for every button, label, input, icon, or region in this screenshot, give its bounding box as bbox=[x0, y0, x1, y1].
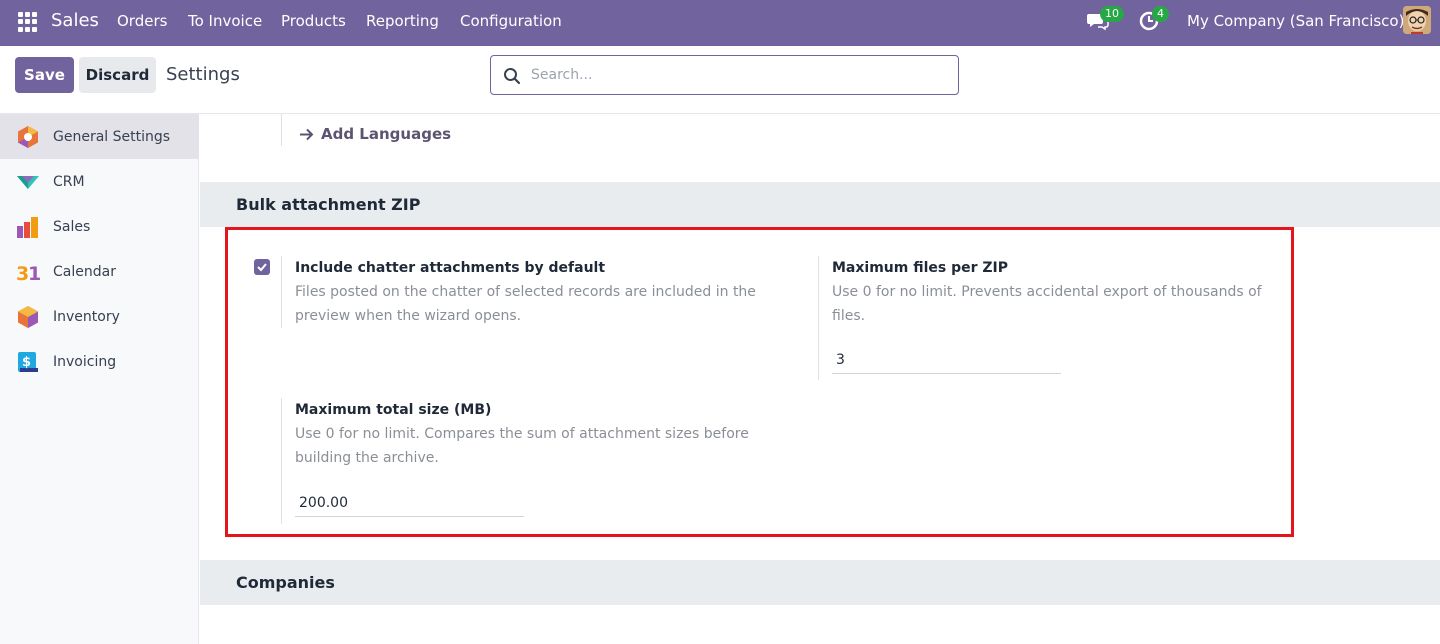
setting-divider bbox=[281, 398, 282, 524]
sidebar-item-label: Invoicing bbox=[53, 353, 117, 370]
sidebar-item-invoicing[interactable]: $ Invoicing bbox=[0, 339, 199, 384]
company-switcher[interactable]: My Company (San Francisco) bbox=[1187, 12, 1404, 30]
settings-sidebar: General Settings CRM Sales 3 1 Calendar … bbox=[0, 114, 199, 644]
sidebar-item-label: Calendar bbox=[53, 263, 116, 280]
crm-icon bbox=[17, 175, 39, 189]
setting-divider bbox=[818, 256, 819, 380]
setting-divider bbox=[281, 114, 282, 146]
menu-configuration[interactable]: Configuration bbox=[460, 12, 562, 30]
menu-reporting[interactable]: Reporting bbox=[366, 12, 439, 30]
search-input[interactable] bbox=[531, 64, 931, 86]
sidebar-item-general-settings[interactable]: General Settings bbox=[0, 114, 199, 159]
menu-products[interactable]: Products bbox=[281, 12, 346, 30]
max-files-description: Use 0 for no limit. Prevents accidental … bbox=[832, 284, 1262, 324]
max-size-title: Maximum total size (MB) bbox=[295, 402, 492, 418]
search-icon bbox=[504, 68, 521, 85]
activity-count-badge: 4 bbox=[1152, 6, 1169, 22]
sidebar-item-label: Sales bbox=[53, 218, 91, 235]
activity-clock-icon[interactable]: 4 bbox=[1139, 6, 1169, 32]
general-settings-icon bbox=[18, 125, 38, 148]
section-header-companies: Companies bbox=[200, 560, 1440, 605]
sidebar-item-sales[interactable]: Sales bbox=[0, 204, 199, 249]
chat-count-badge: 10 bbox=[1100, 6, 1124, 22]
sidebar-item-label: Inventory bbox=[53, 308, 120, 325]
page-title: Settings bbox=[166, 64, 240, 85]
svg-text:1: 1 bbox=[28, 263, 40, 284]
apps-menu-icon[interactable] bbox=[18, 12, 38, 32]
add-languages-link[interactable]: Add Languages bbox=[321, 125, 451, 143]
sidebar-item-calendar[interactable]: 3 1 Calendar bbox=[0, 249, 199, 294]
sidebar-item-crm[interactable]: CRM bbox=[0, 159, 199, 204]
arrow-right-icon bbox=[300, 128, 314, 141]
sidebar-item-inventory[interactable]: Inventory bbox=[0, 294, 199, 339]
max-size-input[interactable] bbox=[295, 489, 524, 517]
sidebar-item-label: CRM bbox=[53, 173, 85, 190]
max-files-title: Maximum files per ZIP bbox=[832, 260, 1009, 276]
checkmark-icon bbox=[257, 263, 267, 272]
section-header-bulk-zip: Bulk attachment ZIP bbox=[200, 182, 1440, 227]
inventory-icon bbox=[18, 305, 38, 328]
sales-icon bbox=[17, 216, 38, 238]
menu-to-invoice[interactable]: To Invoice bbox=[188, 12, 262, 30]
include-chatter-checkbox[interactable] bbox=[254, 259, 270, 275]
control-panel: Save Discard Settings bbox=[0, 46, 1440, 114]
calendar-icon: 3 1 bbox=[16, 263, 40, 284]
user-avatar[interactable] bbox=[1403, 6, 1431, 34]
settings-content: Add Languages Bulk attachment ZIP Includ… bbox=[200, 114, 1440, 644]
setting-divider bbox=[281, 256, 282, 328]
section-title: Bulk attachment ZIP bbox=[236, 195, 421, 214]
max-size-description: Use 0 for no limit. Compares the sum of … bbox=[295, 426, 749, 466]
section-title: Companies bbox=[236, 573, 335, 592]
app-name[interactable]: Sales bbox=[51, 10, 99, 31]
max-files-input[interactable] bbox=[832, 346, 1061, 374]
invoicing-icon: $ bbox=[18, 351, 38, 372]
include-chatter-description: Files posted on the chatter of selected … bbox=[295, 284, 756, 324]
include-chatter-title: Include chatter attachments by default bbox=[295, 260, 606, 276]
top-navbar: Sales Orders To Invoice Products Reporti… bbox=[0, 0, 1440, 46]
chat-icon[interactable]: 10 bbox=[1087, 6, 1124, 32]
sidebar-item-label: General Settings bbox=[53, 128, 171, 145]
save-button[interactable]: Save bbox=[15, 57, 74, 93]
discard-button[interactable]: Discard bbox=[79, 57, 156, 93]
menu-orders[interactable]: Orders bbox=[117, 12, 167, 30]
svg-text:$: $ bbox=[22, 355, 31, 370]
search-box[interactable] bbox=[490, 55, 959, 95]
